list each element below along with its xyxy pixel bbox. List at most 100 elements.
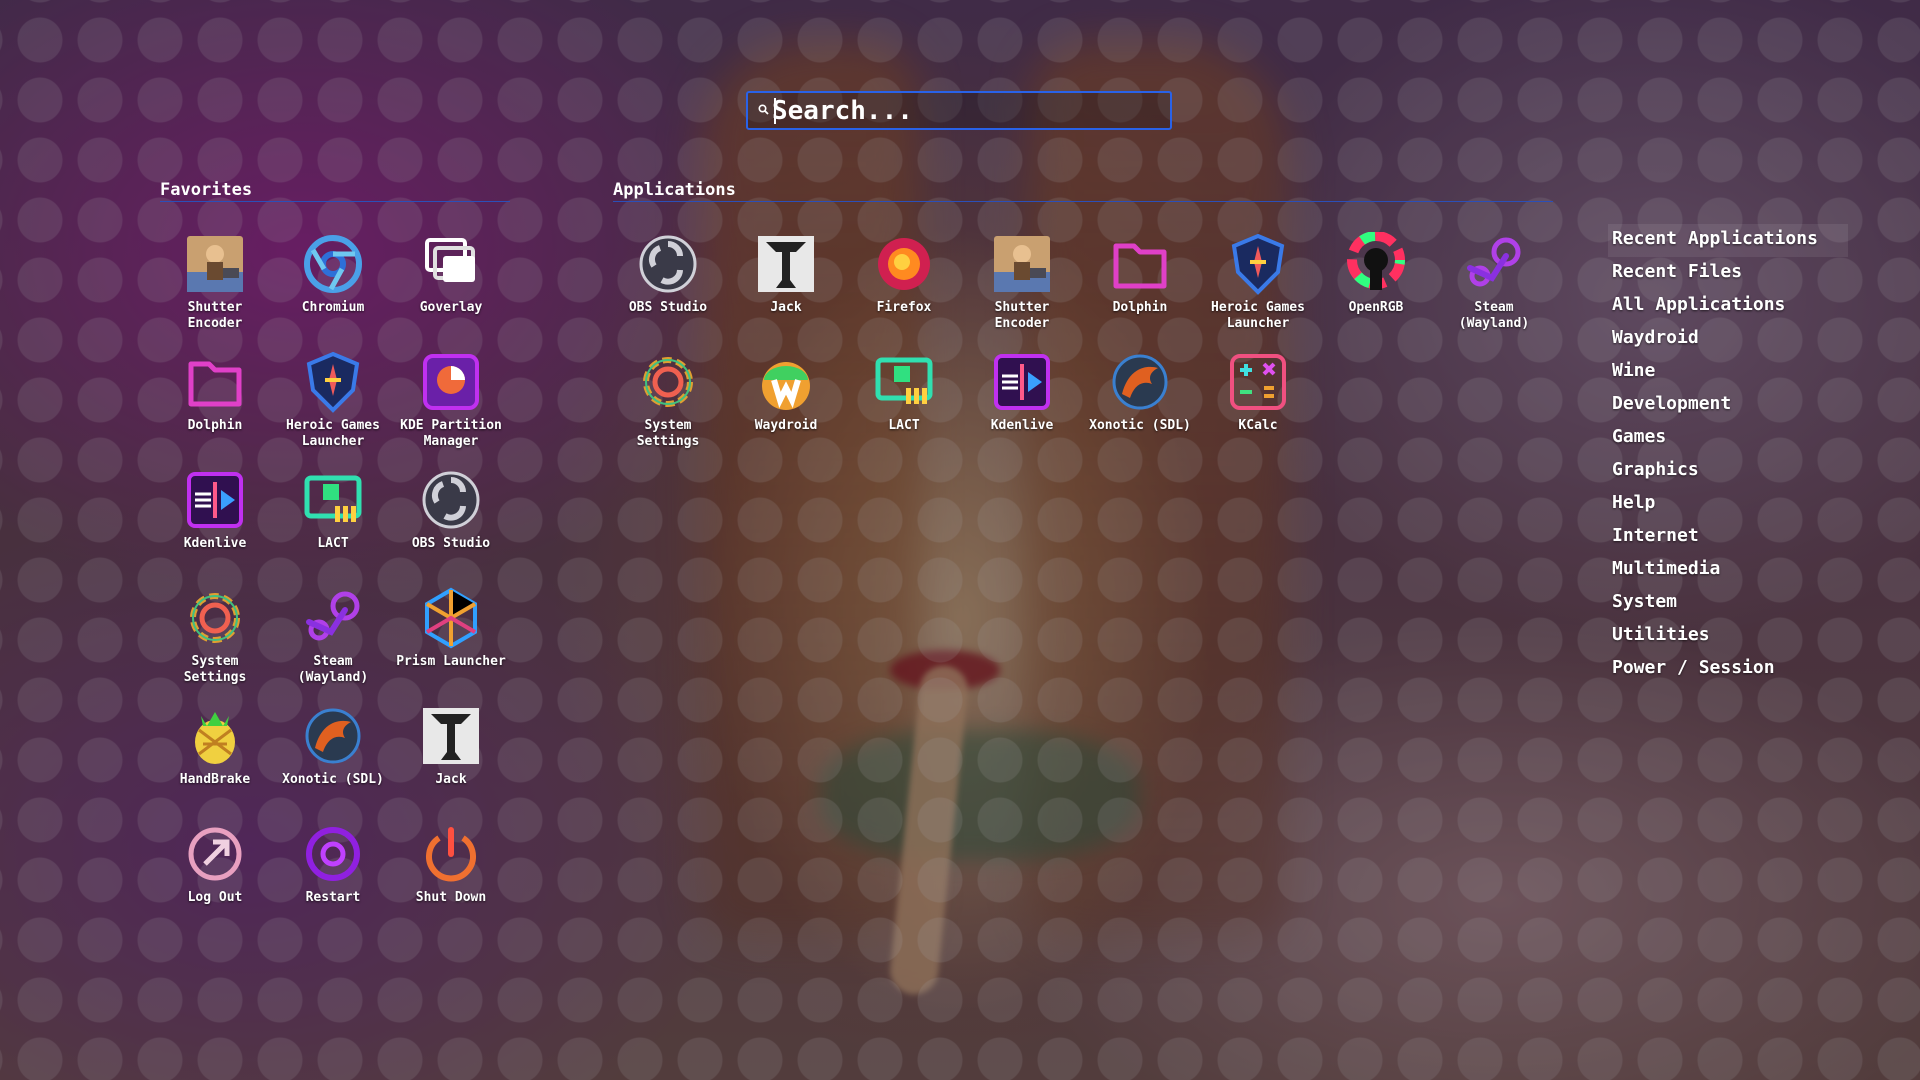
- app-label: Steam (Wayland): [1458, 300, 1530, 331]
- heroic-icon: [306, 351, 360, 413]
- category-list: Recent Applications Recent Files All Appli…: [1608, 224, 1848, 686]
- text-caret: [774, 98, 776, 124]
- obs-icon: [639, 235, 697, 293]
- app-label: Goverlay: [419, 300, 483, 315]
- app-tile-system-settings[interactable]: System Settings: [156, 586, 274, 686]
- category-utilities[interactable]: Utilities: [1608, 620, 1848, 653]
- app-tile-goverlay[interactable]: Goverlay: [392, 232, 510, 316]
- app-tile-handbrake[interactable]: HandBrake: [156, 704, 274, 788]
- category-graphics[interactable]: Graphics: [1608, 455, 1848, 488]
- shutter-encoder-icon: [994, 236, 1050, 292]
- app-tile-kdenlive[interactable]: Kdenlive: [963, 350, 1081, 434]
- app-tile-obs-studio[interactable]: OBS Studio: [609, 232, 727, 316]
- app-tile-xonotic-sdl[interactable]: Xonotic (SDL): [1081, 350, 1199, 434]
- app-label: Steam (Wayland): [297, 654, 369, 685]
- app-tile-prism-launcher[interactable]: Prism Launcher: [392, 586, 510, 670]
- steam-icon: [306, 591, 360, 641]
- app-tile-system-settings[interactable]: System Settings: [609, 350, 727, 450]
- kdenlive-icon: [994, 354, 1050, 410]
- firefox-icon: [878, 238, 930, 290]
- app-label: KCalc: [1238, 418, 1278, 433]
- app-tile-obs-studio[interactable]: OBS Studio: [392, 468, 510, 552]
- app-tile-log-out[interactable]: Log Out: [156, 822, 274, 906]
- app-tile-shut-down[interactable]: Shut Down: [392, 822, 510, 906]
- favorites-title: Favorites: [160, 180, 253, 200]
- lact-icon: [304, 475, 362, 522]
- app-tile-steam-wayland[interactable]: Steam (Wayland): [274, 586, 392, 686]
- category-waydroid[interactable]: Waydroid: [1608, 323, 1848, 356]
- app-label: Firefox: [876, 300, 932, 315]
- app-tile-chromium[interactable]: Chromium: [274, 232, 392, 316]
- app-label: Waydroid: [754, 418, 818, 433]
- dolphin-icon: [188, 361, 242, 407]
- app-label: System Settings: [636, 418, 700, 449]
- app-tile-kcalc[interactable]: KCalc: [1199, 350, 1317, 434]
- obs-icon: [422, 471, 480, 529]
- kdenlive-icon: [187, 472, 243, 528]
- category-multimedia[interactable]: Multimedia: [1608, 554, 1848, 587]
- app-label: OBS Studio: [628, 300, 708, 315]
- category-system[interactable]: System: [1608, 587, 1848, 620]
- app-label: Shutter Encoder: [187, 300, 243, 331]
- app-label: Prism Launcher: [396, 654, 506, 669]
- app-tile-kde-partition-manager[interactable]: KDE Partition Manager: [392, 350, 510, 450]
- dolphin-icon: [1113, 243, 1167, 289]
- app-tile-lact[interactable]: LACT: [274, 468, 392, 552]
- app-tile-heroic-games-launcher[interactable]: Heroic Games Launcher: [1199, 232, 1317, 332]
- restart-icon: [306, 827, 360, 881]
- app-tile-jack[interactable]: Jack: [392, 704, 510, 788]
- app-tile-restart[interactable]: Restart: [274, 822, 392, 906]
- app-tile-kdenlive[interactable]: Kdenlive: [156, 468, 274, 552]
- app-label: System Settings: [183, 654, 247, 685]
- jack-icon: [758, 236, 814, 292]
- category-games[interactable]: Games: [1608, 422, 1848, 455]
- category-internet[interactable]: Internet: [1608, 521, 1848, 554]
- category-recent-files[interactable]: Recent Files: [1608, 257, 1848, 290]
- app-label: Xonotic (SDL): [282, 772, 384, 787]
- app-label: Dolphin: [1112, 300, 1168, 315]
- chromium-icon: [304, 235, 362, 293]
- app-label: Jack: [435, 772, 467, 787]
- xonotic-icon: [305, 708, 361, 764]
- app-tile-firefox[interactable]: Firefox: [845, 232, 963, 316]
- lact-icon: [875, 357, 933, 404]
- settings-icon: [643, 357, 693, 407]
- shutdown-icon: [426, 827, 476, 882]
- app-label: Dolphin: [187, 418, 243, 433]
- category-help[interactable]: Help: [1608, 488, 1848, 521]
- partition-manager-icon: [423, 354, 479, 410]
- category-wine[interactable]: Wine: [1608, 356, 1848, 389]
- applications-title: Applications: [613, 180, 736, 200]
- shutter-encoder-icon: [187, 236, 243, 292]
- app-label: Kdenlive: [183, 536, 247, 551]
- app-label: LACT: [888, 418, 920, 433]
- app-tile-lact[interactable]: LACT: [845, 350, 963, 434]
- category-recent-applications[interactable]: Recent Applications: [1608, 224, 1848, 257]
- search-box[interactable]: [746, 91, 1172, 130]
- handbrake-icon: [195, 712, 235, 764]
- app-tile-jack[interactable]: Jack: [727, 232, 845, 316]
- app-tile-shutter-encoder[interactable]: Shutter Encoder: [963, 232, 1081, 332]
- xonotic-icon: [1112, 354, 1168, 410]
- steam-icon: [1467, 237, 1521, 287]
- app-label: Shut Down: [415, 890, 487, 905]
- app-tile-dolphin[interactable]: Dolphin: [1081, 232, 1199, 316]
- logout-icon: [188, 827, 242, 881]
- app-tile-xonotic-sdl[interactable]: Xonotic (SDL): [274, 704, 392, 788]
- app-tile-heroic-games-launcher[interactable]: Heroic Games Launcher: [274, 350, 392, 450]
- kcalc-icon: [1230, 354, 1286, 410]
- applications-divider: [613, 201, 1553, 202]
- search-input[interactable]: [772, 95, 1162, 127]
- category-development[interactable]: Development: [1608, 389, 1848, 422]
- app-label: Chromium: [301, 300, 365, 315]
- app-tile-shutter-encoder[interactable]: Shutter Encoder: [156, 232, 274, 332]
- app-label: KDE Partition Manager: [400, 418, 502, 449]
- app-tile-dolphin[interactable]: Dolphin: [156, 350, 274, 434]
- category-power-session[interactable]: Power / Session: [1608, 653, 1848, 686]
- app-tile-waydroid[interactable]: Waydroid: [727, 350, 845, 434]
- app-tile-openrgb[interactable]: OpenRGB: [1317, 232, 1435, 316]
- app-label: LACT: [317, 536, 349, 551]
- app-label: Shutter Encoder: [994, 300, 1050, 331]
- app-tile-steam-wayland[interactable]: Steam (Wayland): [1435, 232, 1553, 332]
- category-all-applications[interactable]: All Applications: [1608, 290, 1848, 323]
